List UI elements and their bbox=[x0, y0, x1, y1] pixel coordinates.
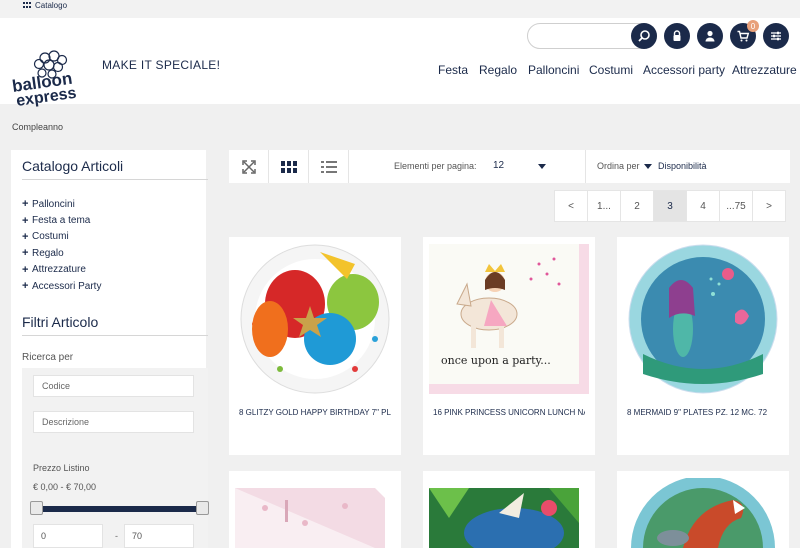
page-first-button[interactable]: 1... bbox=[587, 190, 621, 222]
grid-icon bbox=[22, 2, 31, 9]
product-card[interactable] bbox=[229, 471, 401, 548]
page-button-2[interactable]: 2 bbox=[620, 190, 654, 222]
nav-item-costumi[interactable]: Costumi bbox=[589, 63, 633, 77]
catalog-articles-title: Catalogo Articoli bbox=[22, 158, 124, 174]
svg-text:once upon a party...: once upon a party... bbox=[441, 354, 551, 367]
filters-title: Filtri Articolo bbox=[22, 314, 99, 330]
product-image-mermaid-plate bbox=[628, 244, 778, 394]
search-button[interactable] bbox=[631, 23, 657, 49]
sort-label: Ordina per bbox=[597, 161, 640, 171]
category-item-palloncini[interactable]: + Palloncini bbox=[22, 196, 101, 212]
main-nav: Festa Regalo Palloncini Costumi Accessor… bbox=[0, 63, 800, 79]
product-card[interactable]: 8 GLITZY GOLD HAPPY BIRTHDAY 7" PLATES bbox=[229, 237, 401, 455]
price-slider-min-handle[interactable] bbox=[30, 501, 43, 515]
divider bbox=[585, 150, 586, 183]
filter-panel: Codice Descrizione Prezzo Listino € 0,00… bbox=[22, 368, 209, 548]
list-view-icon bbox=[320, 160, 337, 173]
breadcrumb[interactable]: Compleanno bbox=[12, 122, 63, 132]
per-page-label: Elementi per pagina: bbox=[394, 161, 477, 171]
page-prev-button[interactable]: < bbox=[554, 190, 588, 222]
plus-icon: + bbox=[22, 230, 29, 243]
catalog-link[interactable]: Catalogo bbox=[22, 0, 67, 10]
sort-select[interactable]: Disponibilità bbox=[658, 161, 707, 171]
product-name: 8 MERMAID 9" PLATES PZ. 12 MC. 72 bbox=[627, 408, 768, 417]
price-min-input[interactable]: 0 bbox=[33, 524, 103, 548]
account-button[interactable] bbox=[697, 23, 723, 49]
product-image-dinosaur-plate bbox=[631, 478, 775, 548]
plus-icon: + bbox=[22, 280, 29, 293]
search-by-label: Ricerca per bbox=[22, 352, 74, 363]
product-name: 8 GLITZY GOLD HAPPY BIRTHDAY 7" PLATES bbox=[239, 408, 391, 417]
page-last-button[interactable]: ...75 bbox=[719, 190, 753, 222]
sidebar: Catalogo Articoli + Palloncini + Festa a t… bbox=[11, 150, 209, 548]
nav-item-attrezzature[interactable]: Attrezzature bbox=[732, 63, 797, 77]
category-list: + Palloncini + Festa a tema + Costumi + Rega… bbox=[22, 196, 101, 294]
category-label: Festa a tema bbox=[32, 215, 91, 227]
nav-item-accessori-party[interactable]: Accessori party bbox=[643, 63, 725, 77]
category-item-costumi[interactable]: + Costumi bbox=[22, 229, 101, 245]
range-separator: - bbox=[115, 531, 118, 541]
product-card[interactable] bbox=[617, 471, 789, 548]
list-view-button[interactable] bbox=[309, 150, 349, 183]
page-next-button[interactable]: > bbox=[752, 190, 786, 222]
product-name: 16 PINK PRINCESS UNICORN LUNCH NAPKINS bbox=[433, 408, 585, 417]
fullscreen-view-button[interactable] bbox=[229, 150, 269, 183]
grid-view-icon bbox=[280, 160, 297, 173]
category-item-accessori-party[interactable]: + Accessori Party bbox=[22, 278, 101, 294]
lock-icon bbox=[673, 30, 681, 41]
code-field[interactable]: Codice bbox=[33, 375, 194, 397]
user-icon bbox=[705, 30, 715, 42]
pagination: < 1... 2 3 4 ...75 > bbox=[554, 190, 786, 222]
sort-caret-icon[interactable] bbox=[644, 164, 652, 169]
catalog-label: Catalogo bbox=[35, 0, 68, 10]
login-button[interactable] bbox=[664, 23, 690, 49]
product-image-balloon-plate bbox=[240, 244, 390, 394]
category-item-regalo[interactable]: + Regalo bbox=[22, 245, 101, 261]
nav-item-regalo[interactable]: Regalo bbox=[479, 63, 517, 77]
category-label: Costumi bbox=[32, 231, 69, 243]
plus-icon: + bbox=[22, 198, 29, 211]
price-range-text: € 0,00 - € 70,00 bbox=[33, 482, 97, 492]
category-label: Palloncini bbox=[32, 198, 75, 210]
product-card[interactable]: 8 MERMAID 9" PLATES PZ. 12 MC. 72 bbox=[617, 237, 789, 455]
plus-icon: + bbox=[22, 247, 29, 260]
divider bbox=[22, 179, 208, 180]
grid-view-button[interactable] bbox=[269, 150, 309, 183]
product-image-dinosaur-napkin bbox=[429, 488, 579, 548]
product-card[interactable] bbox=[423, 471, 595, 548]
sliders-icon bbox=[771, 31, 781, 41]
nav-item-palloncini[interactable]: Palloncini bbox=[528, 63, 579, 77]
page-button-3-active[interactable]: 3 bbox=[653, 190, 687, 222]
product-image-princess-napkin: once upon a party... bbox=[429, 244, 589, 394]
category-item-festa-a-tema[interactable]: + Festa a tema bbox=[22, 212, 101, 228]
chevron-down-icon[interactable] bbox=[538, 164, 546, 169]
product-image-pink-tablecover bbox=[235, 488, 385, 548]
settings-button[interactable] bbox=[763, 23, 789, 49]
category-label: Regalo bbox=[32, 247, 64, 259]
top-strip: Catalogo bbox=[0, 0, 800, 18]
category-item-attrezzature[interactable]: + Attrezzature bbox=[22, 262, 101, 278]
price-list-label: Prezzo Listino bbox=[33, 463, 90, 473]
page-button-4[interactable]: 4 bbox=[686, 190, 720, 222]
expand-icon bbox=[241, 159, 256, 174]
price-slider-max-handle[interactable] bbox=[196, 501, 209, 515]
site-header: 0 balloon express MAKE IT SPECIALE! Fest… bbox=[0, 18, 800, 110]
category-label: Accessori Party bbox=[32, 280, 102, 292]
cart-count-badge: 0 bbox=[747, 20, 759, 32]
balloon-express-logo[interactable]: balloon express bbox=[11, 48, 91, 110]
cart-icon bbox=[737, 30, 750, 42]
nav-item-festa[interactable]: Festa bbox=[438, 63, 468, 77]
price-max-input[interactable]: 70 bbox=[124, 524, 194, 548]
search-icon bbox=[638, 30, 650, 42]
category-label: Attrezzature bbox=[32, 264, 86, 276]
plus-icon: + bbox=[22, 214, 29, 227]
price-slider-track[interactable] bbox=[36, 506, 199, 512]
divider bbox=[22, 335, 208, 336]
view-toolbar: Elementi per pagina: 12 Ordina per Dispo… bbox=[229, 150, 790, 183]
description-field[interactable]: Descrizione bbox=[33, 411, 194, 433]
product-card[interactable]: once upon a party... 16 PINK PRINCESS UN… bbox=[423, 237, 595, 455]
plus-icon: + bbox=[22, 263, 29, 276]
per-page-select[interactable]: 12 bbox=[493, 160, 504, 171]
